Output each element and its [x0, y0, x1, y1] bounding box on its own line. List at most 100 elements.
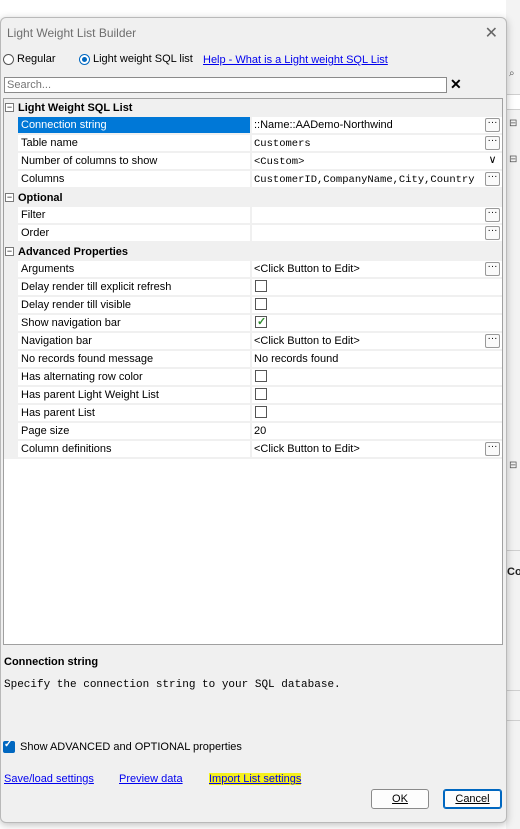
property-value[interactable]: <Click Button to Edit> ···	[252, 441, 502, 458]
property-row-connection-string[interactable]: Connection string ::Name::AADemo-Northwi…	[4, 117, 502, 135]
property-name[interactable]: Page size	[18, 423, 250, 440]
property-name[interactable]: Delay render till explicit refresh	[18, 279, 250, 296]
property-row-table-name[interactable]: Table name Customers ···	[4, 135, 502, 153]
property-row-page-size[interactable]: Page size 20	[4, 423, 502, 441]
property-value[interactable]: <Custom> ∨	[252, 153, 502, 170]
show-advanced-checkbox[interactable]: Show ADVANCED and OPTIONAL properties	[3, 739, 242, 753]
property-name[interactable]: Order	[18, 225, 250, 242]
property-value[interactable]: ::Name::AADemo-Northwind ···	[252, 117, 502, 134]
property-name[interactable]: Number of columns to show	[18, 153, 250, 170]
ellipsis-button[interactable]: ···	[485, 208, 500, 222]
background-label: Co	[507, 566, 520, 578]
property-value[interactable]	[252, 369, 502, 386]
property-row-filter[interactable]: Filter ···	[4, 207, 502, 225]
collapse-icon[interactable]: −	[5, 247, 14, 256]
search-box[interactable]	[4, 77, 450, 93]
property-row-column-definitions[interactable]: Column definitions <Click Button to Edit…	[4, 441, 502, 459]
property-name[interactable]: Columns	[18, 171, 250, 188]
light-weight-list-builder-dialog: Light Weight List Builder ✕ Regular Ligh…	[0, 17, 507, 823]
description-title: Connection string	[4, 656, 99, 668]
radio-button-icon[interactable]	[3, 53, 14, 65]
checkbox[interactable]	[255, 406, 267, 419]
ellipsis-button[interactable]: ···	[485, 334, 500, 348]
property-row-columns[interactable]: Columns CustomerID,CompanyName,City,Coun…	[4, 171, 502, 189]
property-name[interactable]: Filter	[18, 207, 250, 224]
property-value[interactable]: No records found	[252, 351, 502, 368]
property-value[interactable]: CustomerID,CompanyName,City,Country ···	[252, 171, 502, 188]
show-advanced-label: Show ADVANCED and OPTIONAL properties	[20, 741, 242, 753]
property-row-no-records-message[interactable]: No records found message No records foun…	[4, 351, 502, 369]
category-light-weight-sql-list[interactable]: − Light Weight SQL List	[4, 99, 502, 117]
property-row-delay-render-visible[interactable]: Delay render till visible	[4, 297, 502, 315]
close-icon[interactable]: ✕	[485, 23, 498, 43]
property-value[interactable]	[252, 315, 502, 332]
background-divider	[506, 550, 520, 551]
property-name[interactable]: Table name	[18, 135, 250, 152]
property-row-order[interactable]: Order ···	[4, 225, 502, 243]
category-optional[interactable]: − Optional	[4, 189, 502, 207]
property-value[interactable]: <Click Button to Edit> ···	[252, 261, 502, 278]
property-value[interactable]: ···	[252, 225, 502, 242]
property-row-parent-list[interactable]: Has parent List	[4, 405, 502, 423]
preview-data-link[interactable]: Preview data	[119, 773, 183, 785]
radio-button-selected-icon[interactable]	[79, 53, 90, 65]
description-panel: Connection string Specify the connection…	[3, 646, 503, 726]
checkbox-checked-icon[interactable]	[3, 739, 15, 753]
ellipsis-button[interactable]: ···	[485, 172, 500, 186]
search-input[interactable]	[5, 78, 450, 92]
property-row-delay-render-refresh[interactable]: Delay render till explicit refresh	[4, 279, 502, 297]
property-row-navigation-bar[interactable]: Navigation bar <Click Button to Edit> ··…	[4, 333, 502, 351]
property-name[interactable]: Has parent List	[18, 405, 250, 422]
property-name[interactable]: Connection string	[18, 117, 250, 134]
checkbox[interactable]	[255, 280, 267, 293]
ellipsis-button[interactable]: ···	[485, 136, 500, 150]
table-name-value: Customers	[254, 138, 311, 150]
property-name[interactable]: Show navigation bar	[18, 315, 250, 332]
import-list-settings-link[interactable]: Import List settings	[209, 773, 302, 785]
checkbox[interactable]	[255, 388, 267, 401]
description-text: Specify the connection string to your SQ…	[4, 679, 341, 691]
ellipsis-button[interactable]: ···	[485, 226, 500, 240]
collapse-icon[interactable]: −	[5, 103, 14, 112]
property-value[interactable]: 20	[252, 423, 502, 440]
property-row-alternating-row-color[interactable]: Has alternating row color	[4, 369, 502, 387]
property-value[interactable]	[252, 387, 502, 404]
property-value[interactable]	[252, 279, 502, 296]
property-value[interactable]: <Click Button to Edit> ···	[252, 333, 502, 350]
property-name[interactable]: Has alternating row color	[18, 369, 250, 386]
ok-button[interactable]: OK	[371, 789, 429, 809]
radio-regular[interactable]: Regular	[3, 53, 56, 65]
property-name[interactable]: Delay render till visible	[18, 297, 250, 314]
property-row-parent-light-weight-list[interactable]: Has parent Light Weight List	[4, 387, 502, 405]
property-name[interactable]: No records found message	[18, 351, 250, 368]
property-row-number-of-columns[interactable]: Number of columns to show <Custom> ∨	[4, 153, 502, 171]
category-label: Advanced Properties	[18, 246, 129, 258]
property-value[interactable]	[252, 297, 502, 314]
connection-string-value: ::Name::AADemo-Northwind	[254, 119, 393, 131]
property-name[interactable]: Navigation bar	[18, 333, 250, 350]
background-divider	[506, 720, 520, 721]
checkbox[interactable]	[255, 298, 267, 311]
ellipsis-button[interactable]: ···	[485, 118, 500, 132]
save-load-settings-link[interactable]: Save/load settings	[4, 773, 94, 785]
property-name[interactable]: Arguments	[18, 261, 250, 278]
collapse-icon[interactable]: −	[5, 193, 14, 202]
cancel-button[interactable]: Cancel	[443, 789, 502, 809]
checkbox[interactable]	[255, 370, 267, 383]
help-link[interactable]: Help - What is a Light weight SQL List	[203, 54, 388, 66]
property-value[interactable]: Customers ···	[252, 135, 502, 152]
ok-button-label: OK	[392, 793, 408, 805]
property-value[interactable]	[252, 405, 502, 422]
ellipsis-button[interactable]: ···	[485, 442, 500, 456]
radio-light-weight-sql[interactable]: Light weight SQL list	[79, 53, 193, 65]
property-name[interactable]: Has parent Light Weight List	[18, 387, 250, 404]
property-name[interactable]: Column definitions	[18, 441, 250, 458]
ellipsis-button[interactable]: ···	[485, 262, 500, 276]
property-row-show-navigation-bar[interactable]: Show navigation bar	[4, 315, 502, 333]
dropdown-chevron-icon[interactable]: ∨	[485, 154, 500, 168]
property-value[interactable]: ···	[252, 207, 502, 224]
property-row-arguments[interactable]: Arguments <Click Button to Edit> ···	[4, 261, 502, 279]
clear-search-icon[interactable]: ✕	[450, 76, 462, 93]
checkbox-checked[interactable]	[255, 315, 267, 331]
category-advanced-properties[interactable]: − Advanced Properties	[4, 243, 502, 261]
